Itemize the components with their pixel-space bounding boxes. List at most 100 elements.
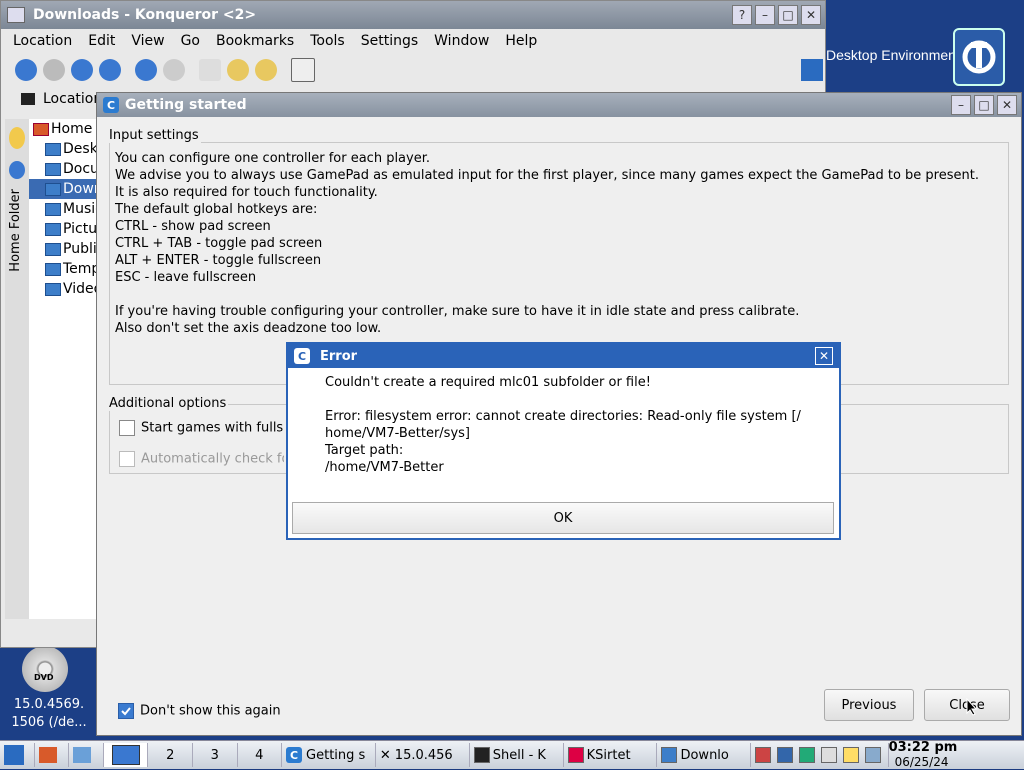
info-line: ESC - leave fullscreen [115, 270, 257, 285]
clock-date: 06/25/24 [894, 755, 949, 769]
task-shell[interactable]: Shell - K [470, 743, 564, 767]
history-tab-icon[interactable] [9, 161, 25, 179]
bookmarks-tab-icon[interactable] [9, 127, 25, 149]
tree-item-documents[interactable]: Docu [29, 159, 99, 179]
network-icon [73, 747, 92, 763]
update-icon[interactable] [799, 747, 815, 763]
info-line: We advise you to always use GamePad as e… [115, 168, 979, 183]
menu-bookmarks[interactable]: Bookmarks [216, 33, 294, 49]
klipper-icon[interactable] [820, 747, 837, 763]
menu-go[interactable]: Go [181, 33, 200, 49]
kmenu-button[interactable] [0, 743, 35, 767]
kde-logo-icon [953, 28, 1005, 86]
tree-item-downloads[interactable]: Down [29, 179, 99, 199]
pager-desktop-3[interactable]: 3 [193, 743, 238, 767]
tree-item-desktop[interactable]: Desk [29, 139, 99, 159]
menu-settings[interactable]: Settings [361, 33, 418, 49]
mixer-icon[interactable] [755, 747, 772, 763]
network-launcher[interactable] [69, 743, 104, 767]
tree-item-label: Desk [63, 141, 98, 157]
pager-desktop-1[interactable] [103, 743, 149, 767]
dvd-icon[interactable]: DVD [22, 646, 68, 692]
zoom-in-icon[interactable] [227, 59, 249, 81]
print-icon[interactable] [199, 59, 221, 81]
maximize-button[interactable]: □ [778, 5, 798, 25]
menu-location[interactable]: Location [13, 33, 72, 49]
gs-close-button[interactable]: ✕ [997, 95, 1017, 115]
clock[interactable]: 03:22 pm 06/25/24 [889, 740, 1024, 770]
ok-button[interactable]: OK [292, 502, 834, 534]
tree-item-label: Music [63, 201, 99, 217]
forward-icon[interactable] [43, 59, 65, 81]
konqueror-titlebar[interactable]: Downloads - Konqueror <2> ? – □ ✕ [1, 1, 825, 29]
network-status-icon[interactable] [864, 747, 881, 763]
error-close-button[interactable]: ✕ [815, 347, 833, 365]
error-line: Target path: [325, 443, 404, 458]
x-icon: ✕ [379, 747, 391, 763]
menu-window[interactable]: Window [434, 33, 489, 49]
cemu-app-icon: C [286, 747, 303, 763]
cemu-app-icon: C [294, 348, 310, 364]
ksirtet-icon [567, 747, 584, 763]
toolbar [1, 53, 825, 87]
back-icon[interactable] [15, 59, 37, 81]
up-icon[interactable] [71, 59, 93, 81]
pager-desktop-4[interactable]: 4 [238, 743, 283, 767]
view-mode-icon[interactable] [291, 58, 315, 82]
pager-desktop-2[interactable]: 2 [148, 743, 193, 767]
task-downloads[interactable]: Downlo [657, 743, 752, 767]
dvd-icon-label: DVD [34, 673, 54, 682]
error-message: Couldn't create a required mlc01 subfold… [325, 374, 815, 476]
tree-item-templates[interactable]: Temp [29, 259, 99, 279]
minimize-button[interactable]: – [755, 5, 775, 25]
mouse-cursor-icon [966, 698, 978, 716]
error-line: Error: filesystem error: cannot create d… [325, 409, 801, 424]
task-ksirtet[interactable]: KSirtet [564, 743, 658, 767]
task-cemu[interactable]: ✕ 15.0.456 [376, 743, 470, 767]
home-icon[interactable] [99, 59, 121, 81]
clear-location-icon[interactable] [21, 93, 35, 105]
fullscreen-checkbox[interactable] [119, 420, 135, 436]
notes-icon[interactable] [842, 747, 859, 763]
help-button[interactable]: ? [732, 5, 752, 25]
gs-minimize-button[interactable]: – [951, 95, 971, 115]
menu-view[interactable]: View [131, 33, 164, 49]
menu-edit[interactable]: Edit [88, 33, 115, 49]
kde-menu-icon [4, 745, 24, 765]
autocheck-checkbox[interactable] [119, 451, 135, 467]
dont-show-label: Don't show this again [140, 703, 281, 719]
task-getting-started[interactable]: C Getting s [282, 743, 376, 767]
dont-show-checkbox[interactable] [118, 703, 134, 719]
window-menu-icon[interactable] [7, 7, 25, 23]
dvd-caption-line2: 1506 (/de... [11, 715, 87, 730]
tree-item-videos[interactable]: Video [29, 279, 99, 299]
fullscreen-option[interactable]: Start games with fullscreen [119, 420, 284, 436]
previous-button[interactable]: Previous [824, 689, 914, 721]
close-button[interactable]: ✕ [801, 5, 821, 25]
stop-icon[interactable] [163, 59, 185, 81]
tree-item-home[interactable]: Home F [29, 119, 99, 139]
display-icon[interactable] [777, 747, 794, 763]
tree-item-public[interactable]: Publi [29, 239, 99, 259]
home-launcher[interactable] [35, 743, 70, 767]
tree-item-music[interactable]: Music [29, 199, 99, 219]
home-icon [38, 747, 57, 763]
zoom-out-icon[interactable] [255, 59, 277, 81]
gs-maximize-button[interactable]: □ [974, 95, 994, 115]
tree-item-pictures[interactable]: Pictu [29, 219, 99, 239]
folder-icon [45, 142, 61, 156]
autocheck-option[interactable]: Automatically check for updates [119, 451, 284, 467]
menu-tools[interactable]: Tools [310, 33, 345, 49]
desktop-brand-text: Desktop Environment [826, 47, 960, 63]
info-line: It is also required for touch functional… [115, 185, 378, 200]
info-line: CTRL + TAB - toggle pad screen [115, 236, 323, 251]
konqueror-title: Downloads - Konqueror <2> [33, 7, 257, 23]
home-folder-tab[interactable]: Home Folder [8, 189, 23, 272]
menu-help[interactable]: Help [505, 33, 537, 49]
error-titlebar[interactable]: C Error ✕ [288, 344, 839, 368]
reload-icon[interactable] [135, 59, 157, 81]
getting-started-titlebar[interactable]: C Getting started – □ ✕ [97, 93, 1021, 117]
terminal-icon [473, 747, 490, 763]
tree-item-label: Home F [51, 121, 99, 137]
dont-show-option[interactable]: Don't show this again [118, 703, 281, 719]
